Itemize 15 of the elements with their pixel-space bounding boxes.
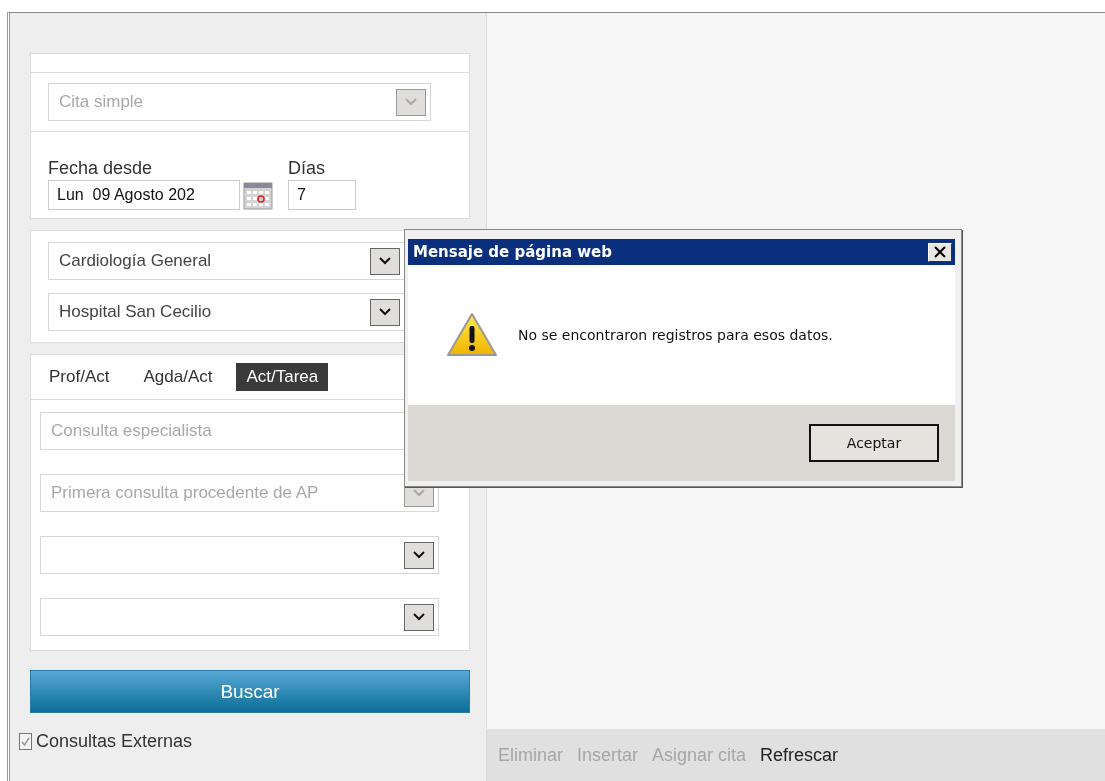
dialog-title: Mensaje de página web: [413, 243, 613, 261]
search-button[interactable]: Buscar: [30, 670, 470, 713]
days-field[interactable]: 7: [288, 180, 356, 210]
dialog-message: No se encontraron registros para esos datos.: [518, 327, 833, 343]
tab[interactable]: Prof/Act: [39, 363, 120, 391]
tab[interactable]: Act/Tarea: [236, 363, 329, 391]
checkbox-label: Consultas Externas: [36, 731, 193, 752]
tab[interactable]: Agda/Act: [133, 363, 223, 391]
date-field[interactable]: Lun 09 Agosto 202: [48, 180, 240, 210]
days-label: Días: [288, 158, 326, 179]
dropdown-field[interactable]: Hospital San Cecilio: [48, 293, 405, 331]
toolbar-link[interactable]: Refrescar: [760, 744, 839, 766]
dropdown-field[interactable]: Cardiología General: [48, 242, 405, 280]
date-label: Fecha desde: [48, 158, 154, 179]
accept-button[interactable]: Aceptar: [809, 424, 939, 462]
